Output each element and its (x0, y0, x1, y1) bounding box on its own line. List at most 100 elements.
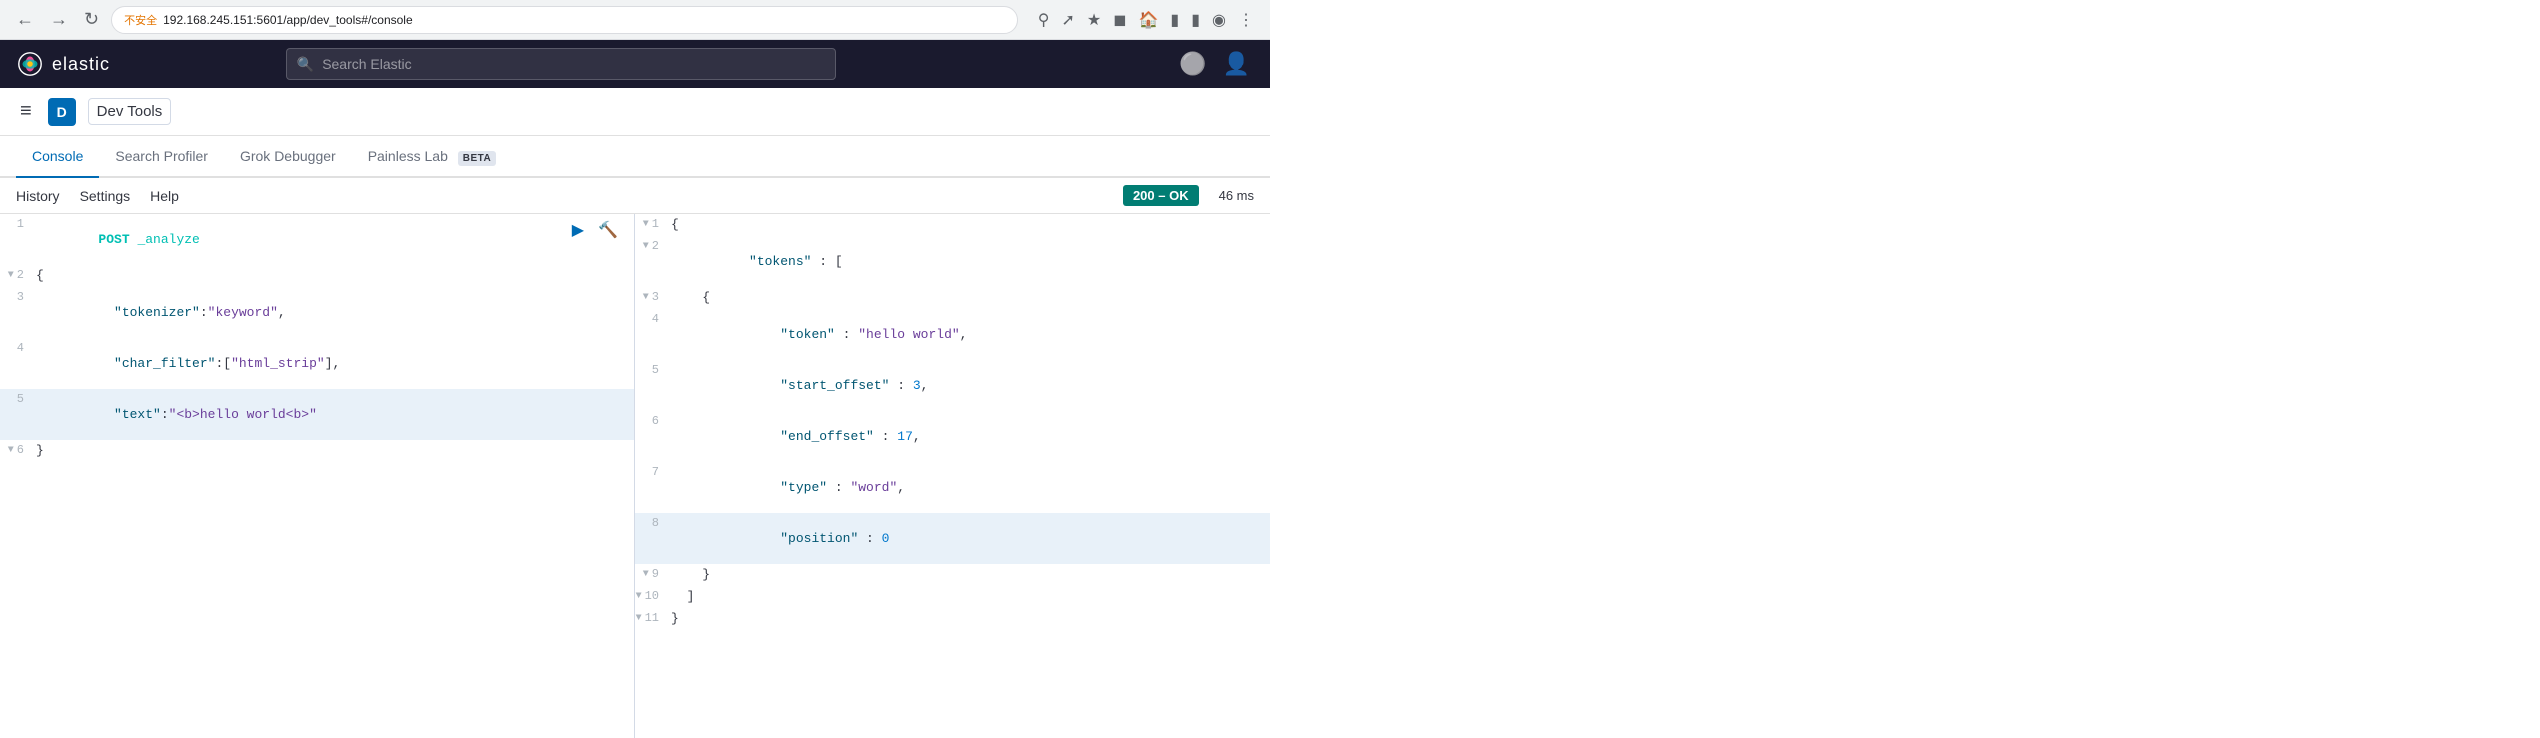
user-icon-button[interactable]: 👤 (1219, 47, 1254, 81)
beta-badge: BETA (458, 151, 496, 166)
history-button[interactable]: History (16, 188, 60, 204)
security-warning: 不安全 (124, 12, 157, 28)
line-number-4: 4 (0, 339, 36, 355)
response-line-3: ▼ 3 { (635, 287, 1270, 309)
line-number-1: 1 (0, 215, 36, 231)
line-number-3: 3 (0, 288, 36, 304)
request-editor[interactable]: 1 POST _analyze ▶ 🔨 ▼ 2 { 3 "tokenizer":… (0, 214, 635, 738)
resp-content-3: { (671, 288, 1270, 307)
wrench-icon[interactable]: 🔨 (594, 218, 622, 242)
resp-line-number-10: ▼ 10 (635, 587, 671, 603)
resp-line-number-1: ▼ 1 (635, 215, 671, 231)
search-icon: 🔍 (297, 56, 314, 73)
status-badge: 200 – OK (1123, 185, 1199, 206)
response-line-2: ▼ 2 "tokens" : [ (635, 236, 1270, 287)
settings-button[interactable]: Settings (80, 188, 131, 204)
resp-line-number-3: ▼ 3 (635, 288, 671, 304)
extension-button[interactable]: ◼ (1109, 6, 1130, 34)
fold-icon-2[interactable]: ▼ (8, 270, 14, 281)
elastic-logo-text: elastic (52, 54, 110, 75)
share-button[interactable]: ➚ (1057, 6, 1078, 34)
puzzle-button[interactable]: ▮ (1166, 6, 1183, 34)
response-line-4: 4 "token" : "hello world", (635, 309, 1270, 360)
run-icon[interactable]: ▶ (568, 218, 588, 242)
address-bar[interactable]: 不安全 192.168.245.151:5601/app/dev_tools#/… (111, 6, 1018, 34)
bookmark-button[interactable]: ★ (1083, 6, 1105, 34)
response-line-5: 5 "start_offset" : 3, (635, 360, 1270, 411)
avatar-circle-button[interactable]: ⚪ (1175, 47, 1210, 81)
tab-grok-debugger[interactable]: Grok Debugger (224, 136, 352, 178)
browser-bar: ← → ↻ 不安全 192.168.245.151:5601/app/dev_t… (0, 0, 1270, 40)
elastic-header: elastic 🔍 Search Elastic ⚪ 👤 (0, 40, 1270, 88)
resp-line-number-6: 6 (635, 412, 671, 428)
elastic-logo[interactable]: elastic (16, 50, 110, 78)
editor-line-2: ▼ 2 { (0, 265, 634, 287)
account-button[interactable]: ◉ (1208, 6, 1230, 34)
search-placeholder: Search Elastic (322, 56, 411, 72)
back-button[interactable]: ← (12, 5, 38, 34)
resp-content-7: "type" : "word", (671, 463, 1270, 512)
resp-fold-icon-2[interactable]: ▼ (643, 241, 649, 252)
editor-container: 1 POST _analyze ▶ 🔨 ▼ 2 { 3 "tokenizer":… (0, 214, 1270, 738)
resp-line-number-11: ▼ 11 (635, 609, 671, 625)
line-number-5: 5 (0, 390, 36, 406)
elastic-search-bar[interactable]: 🔍 Search Elastic (286, 48, 836, 80)
resp-content-11: } (671, 609, 1270, 628)
response-line-8: 8 "position" : 0 (635, 513, 1270, 564)
app-badge: D (48, 98, 76, 126)
response-line-7: 7 "type" : "word", (635, 462, 1270, 513)
editor-content-2: { (36, 266, 634, 285)
tab-painless-lab[interactable]: Painless Lab BETA (352, 136, 513, 178)
response-line-6: 6 "end_offset" : 17, (635, 411, 1270, 462)
editor-line-3: 3 "tokenizer":"keyword", (0, 287, 634, 338)
editor-line-1: 1 POST _analyze ▶ 🔨 (0, 214, 634, 265)
address-text: 192.168.245.151:5601/app/dev_tools#/cons… (163, 13, 413, 27)
help-button[interactable]: Help (150, 188, 179, 204)
fold-icon-6[interactable]: ▼ (8, 445, 14, 456)
resp-content-8: "position" : 0 (671, 514, 1270, 563)
resp-line-number-5: 5 (635, 361, 671, 377)
tab-console[interactable]: Console (16, 136, 99, 178)
more-button[interactable]: ⋮ (1234, 6, 1258, 34)
reload-button[interactable]: ↻ (80, 5, 103, 34)
editor-content-1: POST _analyze (36, 215, 634, 264)
response-line-10: ▼ 10 ] (635, 586, 1270, 608)
editor-line-4: 4 "char_filter":["html_strip"], (0, 338, 634, 389)
browser-actions: ⚲ ➚ ★ ◼ 🏠 ▮ ▮ ◉ ⋮ (1034, 6, 1258, 34)
resp-fold-icon-1[interactable]: ▼ (643, 219, 649, 230)
resp-line-number-2: ▼ 2 (635, 237, 671, 253)
editor-content-3: "tokenizer":"keyword", (36, 288, 634, 337)
editor-content-4: "char_filter":["html_strip"], (36, 339, 634, 388)
response-line-11: ▼ 11 } (635, 608, 1270, 630)
response-line-1: ▼ 1 { (635, 214, 1270, 236)
resp-line-number-9: ▼ 9 (635, 565, 671, 581)
app-nav: ≡ D Dev Tools (0, 88, 1270, 136)
line-number-6: ▼ 6 (0, 441, 36, 457)
hamburger-menu[interactable]: ≡ (16, 96, 36, 127)
line-number-2: ▼ 2 (0, 266, 36, 282)
toolbar: History Settings Help 200 – OK 46 ms (0, 178, 1270, 214)
time-badge: 46 ms (1219, 188, 1254, 203)
resp-line-number-8: 8 (635, 514, 671, 530)
resp-fold-icon-11[interactable]: ▼ (636, 613, 642, 624)
editor-line-6: ▼ 6 } (0, 440, 634, 462)
resp-content-2: "tokens" : [ (671, 237, 1270, 286)
translate-button[interactable]: 🏠 (1134, 6, 1162, 34)
resp-fold-icon-9[interactable]: ▼ (643, 569, 649, 580)
resp-content-5: "start_offset" : 3, (671, 361, 1270, 410)
app-title-button[interactable]: Dev Tools (88, 98, 172, 125)
forward-button[interactable]: → (46, 5, 72, 34)
resp-fold-icon-10[interactable]: ▼ (636, 591, 642, 602)
resp-content-4: "token" : "hello world", (671, 310, 1270, 359)
resp-fold-icon-3[interactable]: ▼ (643, 292, 649, 303)
response-pane: ▼ 1 { ▼ 2 "tokens" : [ ▼ 3 { 4 (635, 214, 1270, 738)
elastic-header-right: ⚪ 👤 (1175, 47, 1254, 81)
resp-content-10: ] (671, 587, 1270, 606)
resp-line-number-7: 7 (635, 463, 671, 479)
search-button[interactable]: ⚲ (1034, 6, 1054, 34)
editor-content-5: "text":"<b>hello world<b>" (36, 390, 634, 439)
layout-button[interactable]: ▮ (1187, 6, 1204, 34)
tab-search-profiler[interactable]: Search Profiler (99, 136, 224, 178)
editor-actions: ▶ 🔨 (568, 218, 622, 242)
editor-content-6: } (36, 441, 634, 460)
